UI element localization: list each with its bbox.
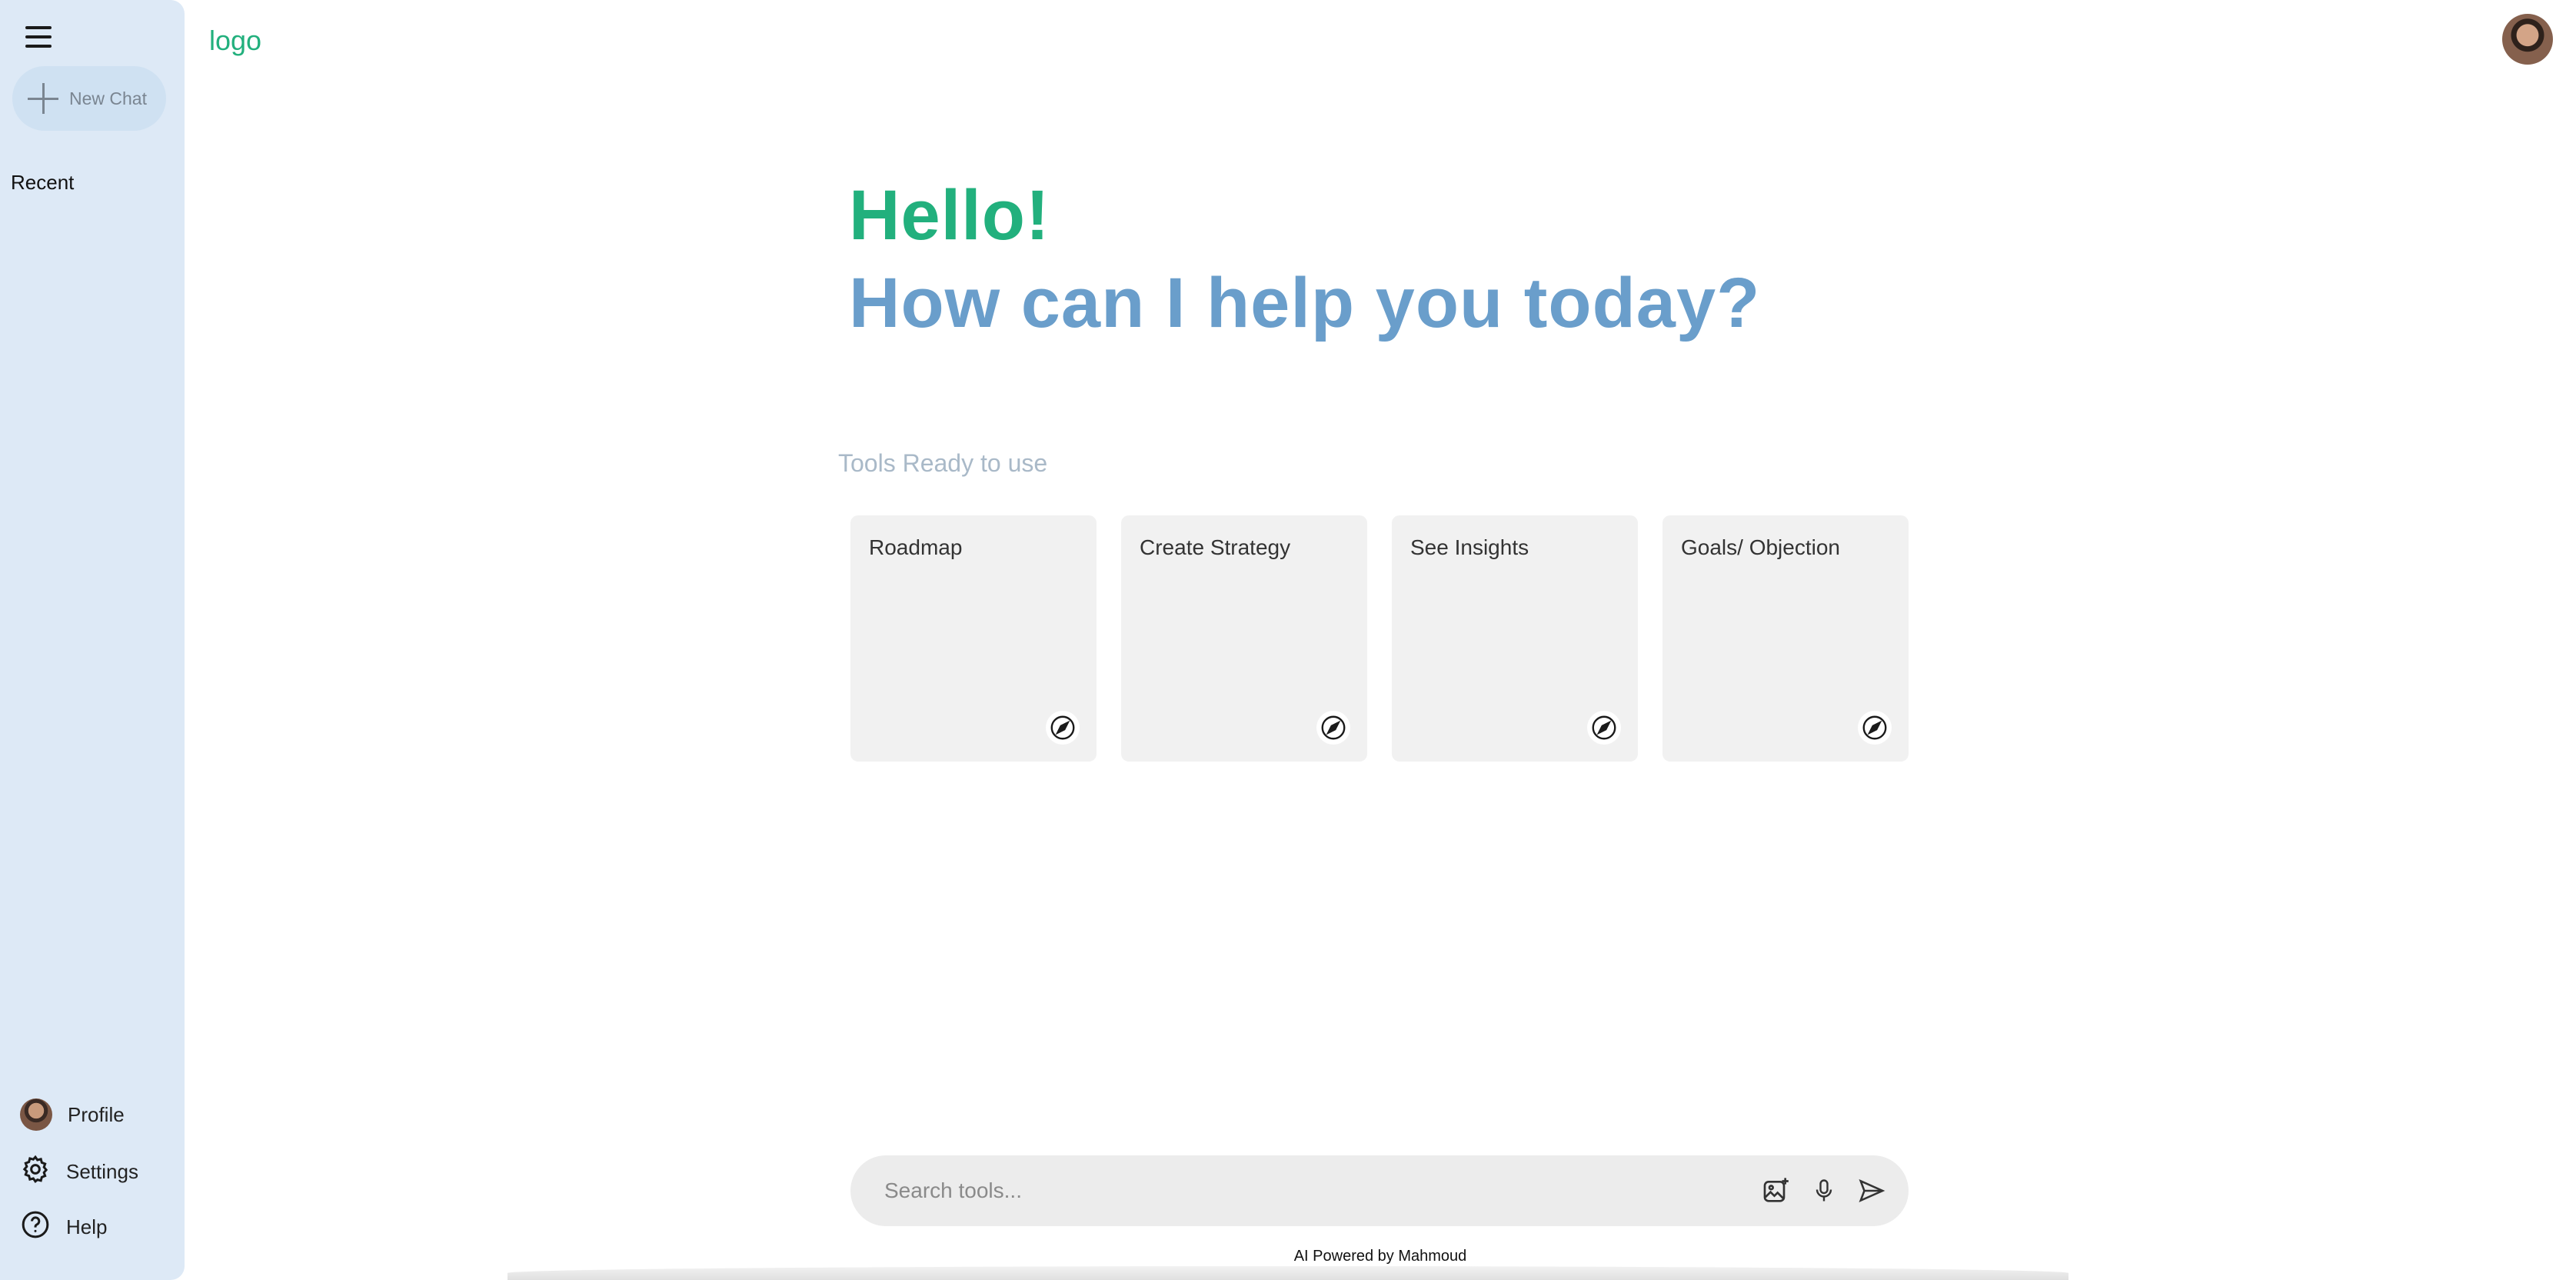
gear-icon: [20, 1154, 51, 1190]
sidebar-item-help[interactable]: Help: [20, 1209, 174, 1245]
help-circle-icon: [20, 1209, 51, 1245]
new-chat-label: New Chat: [69, 88, 147, 108]
compass-icon[interactable]: [1316, 711, 1350, 745]
app: New Chat Recent Profile Settings Help lo…: [0, 0, 2576, 1280]
search-bar: [850, 1155, 1909, 1226]
microphone-icon[interactable]: [1809, 1175, 1839, 1206]
tool-card-title: Create Strategy: [1140, 535, 1291, 559]
compass-icon[interactable]: [1858, 711, 1892, 745]
tool-cards: Roadmap Create Strategy See Insights Goa…: [850, 515, 1909, 762]
compass-icon[interactable]: [1046, 711, 1080, 745]
user-avatar[interactable]: [2502, 14, 2553, 65]
sidebar-item-label: Settings: [66, 1160, 138, 1183]
avatar: [20, 1098, 52, 1131]
tool-card-roadmap[interactable]: Roadmap: [850, 515, 1097, 762]
sidebar: New Chat Recent Profile Settings Help: [0, 0, 185, 1280]
tool-card-title: Roadmap: [869, 535, 963, 559]
tool-card-title: See Insights: [1410, 535, 1529, 559]
search-actions: [1761, 1175, 1887, 1206]
sidebar-item-label: Help: [66, 1215, 108, 1238]
new-chat-button[interactable]: New Chat: [12, 66, 166, 131]
greeting-subtitle: How can I help you today?: [849, 264, 1761, 342]
image-upload-icon[interactable]: [1761, 1175, 1792, 1206]
tool-card-title: Goals/ Objection: [1681, 535, 1840, 559]
footer-shadow: [508, 1266, 2068, 1280]
search-input[interactable]: [884, 1178, 1761, 1203]
tools-heading: Tools Ready to use: [838, 449, 1048, 477]
sidebar-item-settings[interactable]: Settings: [20, 1154, 174, 1190]
compass-icon[interactable]: [1587, 711, 1621, 745]
hamburger-menu-icon[interactable]: [23, 23, 54, 51]
tool-card-see-insights[interactable]: See Insights: [1392, 515, 1638, 762]
sidebar-item-profile[interactable]: Profile: [20, 1098, 174, 1131]
powered-by-text: AI Powered by Mahmoud: [1293, 1248, 1467, 1265]
greeting-title: Hello!: [849, 176, 1050, 255]
plus-icon: [28, 83, 58, 114]
recent-heading: Recent: [11, 171, 75, 194]
tool-card-goals-objection[interactable]: Goals/ Objection: [1662, 515, 1909, 762]
tool-card-create-strategy[interactable]: Create Strategy: [1121, 515, 1367, 762]
logo[interactable]: logo: [209, 25, 261, 57]
sidebar-item-label: Profile: [68, 1102, 125, 1126]
send-icon[interactable]: [1856, 1175, 1887, 1206]
